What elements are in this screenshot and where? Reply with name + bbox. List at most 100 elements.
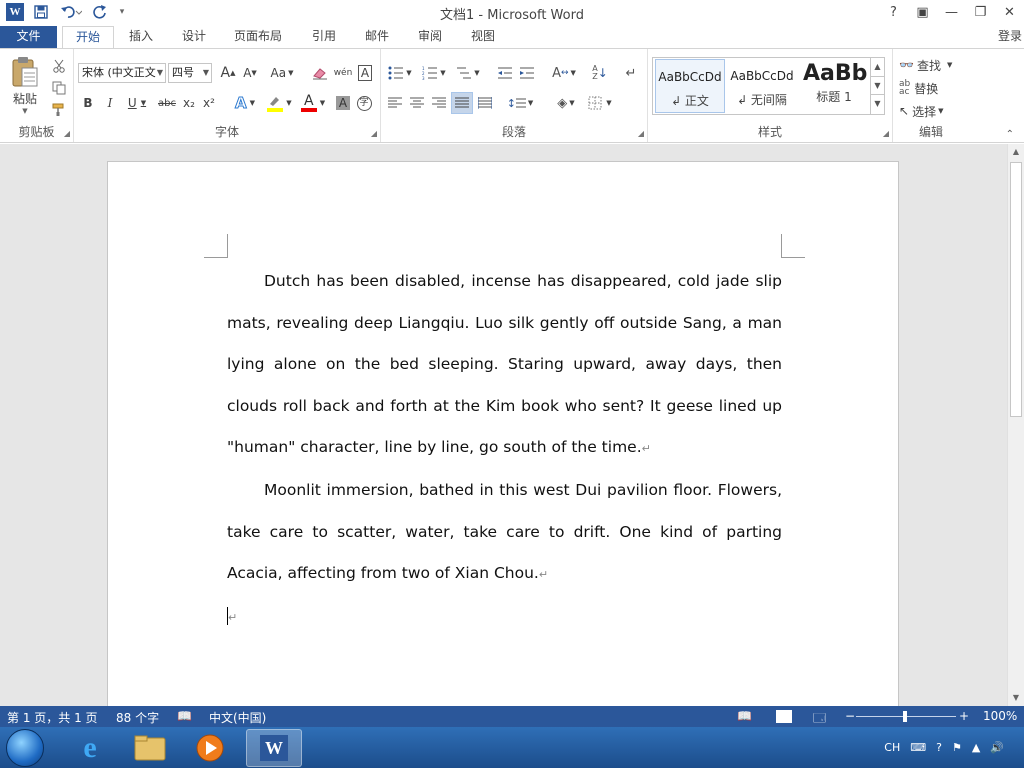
media-player-icon[interactable] — [182, 729, 238, 767]
scroll-down-icon[interactable]: ▼ — [871, 76, 884, 94]
distributed-icon[interactable] — [475, 92, 495, 114]
tab-home[interactable]: 开始 — [62, 26, 114, 49]
proofing-icon[interactable]: 📖 — [177, 709, 192, 723]
paragraph[interactable]: Moonlit immersion, bathed in this west D… — [227, 470, 782, 596]
undo-icon[interactable] — [58, 2, 84, 22]
tab-review[interactable]: 审阅 — [406, 26, 454, 48]
scroll-thumb[interactable] — [1010, 162, 1022, 417]
replace-button[interactable]: ab ac 替换 — [899, 77, 963, 99]
shrink-font-button[interactable]: A ▼ — [240, 62, 260, 84]
tab-mailings[interactable]: 邮件 — [353, 26, 401, 48]
tab-page-layout[interactable]: 页面布局 — [226, 26, 290, 48]
paragraph[interactable]: Dutch has been disabled, incense has dis… — [227, 261, 782, 470]
bullets-icon[interactable]: ▼ — [385, 62, 415, 84]
font-size-combo[interactable]: 四号 ▼ — [168, 63, 212, 83]
keyboard-icon[interactable]: ⌨ — [910, 741, 926, 754]
tab-design[interactable]: 设计 — [170, 26, 218, 48]
tab-view[interactable]: 视图 — [459, 26, 507, 48]
increase-indent-icon[interactable] — [517, 62, 537, 84]
action-center-icon[interactable]: ⚑ — [952, 741, 962, 754]
word-count[interactable]: 88 个字 — [116, 709, 159, 726]
explorer-icon[interactable] — [122, 729, 178, 767]
decrease-indent-icon[interactable] — [495, 62, 515, 84]
collapse-ribbon-icon[interactable]: ⌃ — [1006, 129, 1014, 140]
format-painter-icon[interactable] — [50, 99, 68, 121]
subscript-button[interactable]: x₂ — [180, 92, 198, 114]
clear-formatting-icon[interactable] — [310, 62, 330, 84]
customize-icon[interactable]: ▾ — [116, 2, 128, 22]
word-logo-icon[interactable]: W — [6, 2, 24, 22]
shading-icon[interactable]: ◈ ▼ — [551, 92, 581, 114]
volume-icon[interactable]: 🔊 — [990, 741, 1004, 754]
phonetic-guide-button[interactable]: wén — [332, 62, 354, 84]
underline-button[interactable]: U ▼ — [122, 92, 152, 114]
asian-layout-icon[interactable]: A ↔ ▼ — [549, 62, 579, 84]
zoom-slider-thumb[interactable] — [903, 711, 907, 722]
copy-icon[interactable] — [50, 77, 68, 99]
sort-icon[interactable]: A Z ↓ — [589, 62, 611, 84]
text-effects-button[interactable]: A ▼ — [230, 92, 260, 114]
tab-references[interactable]: 引用 — [300, 26, 348, 48]
multilevel-list-icon[interactable]: ▼ — [453, 62, 483, 84]
help-icon[interactable]: ? — [936, 741, 942, 754]
paste-dropdown-icon[interactable]: ▼ — [22, 107, 27, 115]
scroll-up-icon[interactable]: ▲ — [871, 58, 884, 76]
clipboard-launcher-icon[interactable]: ◢ — [64, 129, 70, 138]
restore-button[interactable]: ❐ — [966, 0, 995, 24]
language-indicator[interactable]: 中文(中国) — [209, 709, 266, 726]
scroll-down-arrow-icon[interactable]: ▼ — [1008, 690, 1024, 706]
character-shading-icon[interactable]: A — [334, 92, 352, 114]
font-name-combo[interactable]: 宋体 (中文正文 ▼ — [78, 63, 166, 83]
numbering-icon[interactable]: 1 2 3 ▼ — [419, 62, 449, 84]
scroll-up-arrow-icon[interactable]: ▲ — [1008, 144, 1024, 160]
italic-button[interactable]: I — [100, 92, 120, 114]
align-center-icon[interactable] — [407, 92, 427, 114]
font-color-button[interactable]: A ▼ — [298, 92, 328, 114]
paragraph-launcher-icon[interactable]: ◢ — [638, 129, 644, 138]
redo-icon[interactable] — [90, 2, 110, 22]
zoom-level[interactable]: 100% — [983, 709, 1017, 723]
paste-button[interactable]: 粘贴 ▼ — [6, 55, 44, 115]
find-button[interactable]: 👓 查找 ▼ — [899, 54, 963, 76]
align-left-icon[interactable] — [385, 92, 405, 114]
document-page[interactable]: Dutch has been disabled, incense has dis… — [107, 161, 899, 706]
tab-insert[interactable]: 插入 — [117, 26, 165, 48]
empty-paragraph[interactable]: ↵ — [227, 596, 782, 638]
zoom-in-button[interactable]: + — [959, 709, 969, 723]
ie-icon[interactable]: e — [62, 729, 118, 767]
save-icon[interactable] — [30, 2, 52, 22]
ribbon-display-button[interactable]: ▣ — [908, 0, 937, 24]
vertical-scrollbar[interactable]: ▲ ▼ — [1007, 144, 1024, 706]
borders-icon[interactable]: ▼ — [585, 92, 615, 114]
start-button[interactable] — [6, 729, 44, 767]
font-launcher-icon[interactable]: ◢ — [371, 129, 377, 138]
grow-font-button[interactable]: A ▲ — [218, 62, 238, 84]
minimize-button[interactable]: — — [937, 0, 966, 24]
bold-button[interactable]: B — [78, 92, 98, 114]
character-border-button[interactable]: A — [356, 62, 374, 84]
style-heading-1[interactable]: AaBb 标题 1 — [799, 59, 869, 113]
justify-icon[interactable] — [451, 92, 473, 114]
close-button[interactable]: ✕ — [995, 0, 1024, 24]
show-hide-marks-icon[interactable]: ↵ — [621, 62, 641, 84]
strikethrough-button[interactable]: abc — [156, 92, 178, 114]
change-case-button[interactable]: Aa ▼ — [268, 62, 296, 84]
read-mode-icon[interactable]: 📖 — [737, 709, 752, 723]
line-spacing-icon[interactable]: ↕ ▼ — [505, 92, 535, 114]
select-button[interactable]: ↖ 选择 ▼ — [899, 100, 963, 122]
enclose-characters-icon[interactable]: 字 — [355, 92, 373, 114]
document-body[interactable]: Dutch has been disabled, incense has dis… — [227, 261, 782, 637]
zoom-out-button[interactable]: − — [845, 709, 855, 723]
show-hidden-icons[interactable]: ▲ — [972, 741, 980, 754]
superscript-button[interactable]: x² — [200, 92, 218, 114]
input-language[interactable]: CH — [884, 741, 900, 754]
style-no-spacing[interactable]: AaBbCcDd ↲ 无间隔 — [727, 59, 797, 113]
login-link[interactable]: 登录 — [998, 26, 1022, 47]
align-right-icon[interactable] — [429, 92, 449, 114]
help-button[interactable]: ? — [879, 0, 908, 24]
page-count[interactable]: 第 1 页，共 1 页 — [7, 709, 98, 726]
word-taskbar-icon[interactable]: W — [246, 729, 302, 767]
tab-file[interactable]: 文件 — [0, 26, 57, 48]
print-layout-icon[interactable] — [776, 710, 792, 723]
highlight-button[interactable]: ▼ — [264, 92, 294, 114]
